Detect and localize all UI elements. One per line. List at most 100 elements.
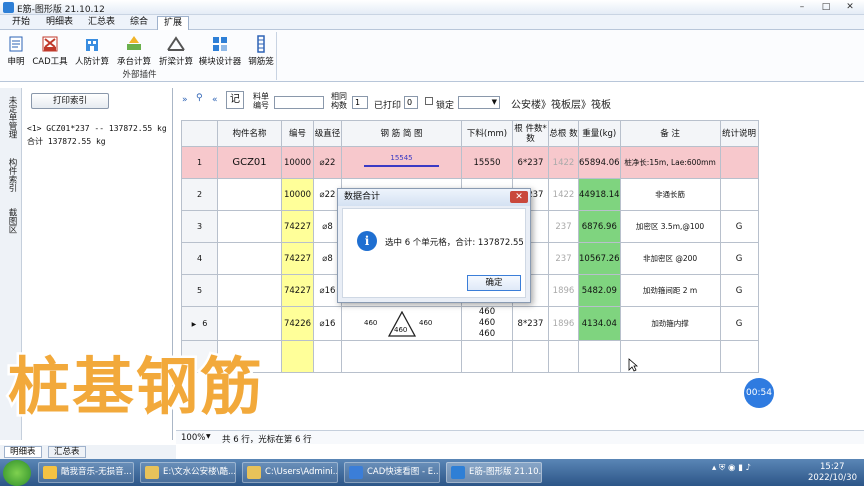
cell-total[interactable]: 1896	[548, 306, 579, 341]
cell-weight[interactable]: 6876.96	[578, 210, 621, 243]
tab-summary-sheet[interactable]: 汇总表	[48, 446, 86, 458]
dialog-close-icon[interactable]: ✕	[510, 191, 528, 203]
cell-name[interactable]	[217, 178, 282, 211]
material-number-input[interactable]	[274, 96, 324, 109]
cell-total[interactable]: 1422	[548, 178, 579, 211]
cad-tool-button[interactable]: CAD工具	[30, 35, 70, 69]
expand-icon[interactable]: »	[182, 95, 188, 105]
cell-count[interactable]	[512, 340, 549, 373]
header-name[interactable]: 构件名称	[217, 120, 282, 147]
cell-remark[interactable]: 加密区 3.5m,@100	[619, 210, 721, 243]
cell-stat[interactable]	[719, 178, 759, 211]
header-weight[interactable]: 重量(kg)	[578, 120, 621, 147]
cell-stat[interactable]: G	[719, 306, 759, 341]
tab-extension[interactable]: 扩展	[157, 16, 190, 30]
cell-weight[interactable]	[578, 340, 621, 373]
tab-summary[interactable]: 汇总表	[82, 16, 121, 30]
module-designer-button[interactable]: 模块设计器	[198, 35, 242, 69]
cell-code[interactable]: 10000	[281, 178, 314, 211]
cell-weight[interactable]: 4134.04	[578, 306, 621, 341]
record-button[interactable]: 记	[226, 91, 244, 109]
cell-remark[interactable]: 加劲箍内撑	[619, 306, 721, 341]
cell-code[interactable]: 74227	[281, 210, 314, 243]
cell-total[interactable]	[548, 340, 579, 373]
cell-weight[interactable]: 5482.09	[578, 274, 621, 307]
clock-time[interactable]: 15:27	[820, 462, 845, 472]
header-diagram[interactable]: 钢 筋 简 图	[341, 120, 462, 147]
cell-name[interactable]	[217, 274, 282, 307]
cell-remark[interactable]: 加劲箍间距 2 m	[619, 274, 721, 307]
header-count[interactable]: 根 件数*数	[512, 120, 549, 147]
cell-code[interactable]: 10000	[281, 146, 314, 179]
header-cut-length[interactable]: 下料(mm)	[461, 120, 513, 147]
tab-detail-sheet[interactable]: 明细表	[4, 446, 42, 458]
cell-count[interactable]: 8*237	[512, 306, 549, 341]
zoom-dropdown-icon[interactable]: ▼	[206, 433, 211, 440]
header-grade[interactable]: 级直径	[313, 120, 342, 147]
taskbar-item-folder-2[interactable]: C:\Users\Admini...	[242, 462, 338, 483]
cell-total[interactable]: 237	[548, 210, 579, 243]
cell-stat[interactable]	[719, 340, 759, 373]
cell-diagram[interactable]: 15545	[341, 146, 462, 179]
declare-button[interactable]: 申明	[6, 35, 26, 69]
cell-grade[interactable]	[313, 340, 342, 373]
cell-total[interactable]: 237	[548, 242, 579, 275]
side-tab-snapshot[interactable]: 截图区	[4, 208, 18, 234]
cell-code[interactable]	[281, 340, 314, 373]
pile-cap-button[interactable]: 承台计算	[114, 35, 154, 69]
tray-icons[interactable]: ▴ ⛨ ◉ ▮ ♪	[712, 463, 751, 473]
tab-general[interactable]: 综合	[124, 16, 154, 30]
side-tab-index[interactable]: 构件索引	[4, 158, 18, 192]
header-remark[interactable]: 备 注	[619, 120, 721, 147]
cell-stat[interactable]: G	[719, 210, 759, 243]
printed-count-input[interactable]	[404, 96, 418, 109]
lock-checkbox[interactable]	[425, 97, 433, 105]
layer-dropdown[interactable]: ▼	[458, 96, 500, 109]
collapse-icon[interactable]: «	[212, 95, 218, 105]
cell-code[interactable]: 74227	[281, 274, 314, 307]
cell-stat[interactable]: G	[719, 274, 759, 307]
table-row[interactable]: 1 GCZ01 10000 ⌀22 15545 15550 6*237 1422…	[181, 146, 759, 179]
cell-code[interactable]: 74226	[281, 306, 314, 341]
header-stat[interactable]: 统计说明	[719, 120, 759, 147]
cell-weight[interactable]: 44918.14	[578, 178, 621, 211]
minimize-icon[interactable]: –	[794, 1, 810, 13]
tree-item[interactable]: <1> GCZ01*237 -- 137872.55 kg	[27, 122, 173, 135]
zoom-level[interactable]: 100%	[181, 433, 205, 443]
ok-button[interactable]: 确定	[467, 275, 521, 291]
cell-remark[interactable]: 非通长筋	[619, 178, 721, 211]
taskbar-item-ejin[interactable]: E筋-图形版 21.10...	[446, 462, 542, 483]
taskbar-item-cad-viewer[interactable]: CAD快速看图 - E...	[344, 462, 440, 483]
rebar-cage-button[interactable]: 钢筋笼	[246, 35, 276, 69]
cell-cut-length[interactable]: 15550	[461, 146, 513, 179]
cell-diagram[interactable]: 460 460 460	[341, 306, 462, 341]
cell-grade[interactable]: ⌀22	[313, 146, 342, 179]
cell-code[interactable]: 74227	[281, 242, 314, 275]
civil-defense-button[interactable]: 人防计算	[72, 35, 112, 69]
cell-weight[interactable]: 10567.26	[578, 242, 621, 275]
cell-stat[interactable]: G	[719, 242, 759, 275]
cell-name[interactable]	[217, 210, 282, 243]
timer-badge[interactable]: 00:54	[744, 378, 774, 408]
member-count-input[interactable]	[352, 96, 368, 109]
cell-cut-length[interactable]: 460 460 460	[461, 306, 513, 341]
side-tab-order[interactable]: 未定单管理	[4, 96, 18, 139]
table-row[interactable]: ▶ 6 74226 ⌀16 460 460 460 460 460 460 8*2…	[181, 306, 759, 341]
cell-name[interactable]	[217, 242, 282, 275]
start-button[interactable]	[3, 460, 31, 486]
tab-detail[interactable]: 明细表	[40, 16, 79, 30]
cell-total[interactable]: 1896	[548, 274, 579, 307]
cell-weight[interactable]: 65894.06	[578, 146, 621, 179]
taskbar-item-music[interactable]: 酷我音乐-无损音...	[38, 462, 134, 483]
tab-start[interactable]: 开始	[6, 16, 36, 30]
cell-count[interactable]: 6*237	[512, 146, 549, 179]
cell-diagram[interactable]	[341, 340, 462, 373]
cell-remark[interactable]: 桩净长:15m, Lae:600mm	[619, 146, 721, 179]
cell-name[interactable]: GCZ01	[217, 146, 282, 179]
maximize-icon[interactable]: □	[818, 1, 834, 13]
close-icon[interactable]: ✕	[842, 1, 858, 13]
taskbar-item-folder-1[interactable]: E:\文水公安楼\酷...	[140, 462, 236, 483]
fold-beam-button[interactable]: 折梁计算	[156, 35, 196, 69]
header-total[interactable]: 总根 数	[548, 120, 579, 147]
cell-cut-length[interactable]	[461, 340, 513, 373]
